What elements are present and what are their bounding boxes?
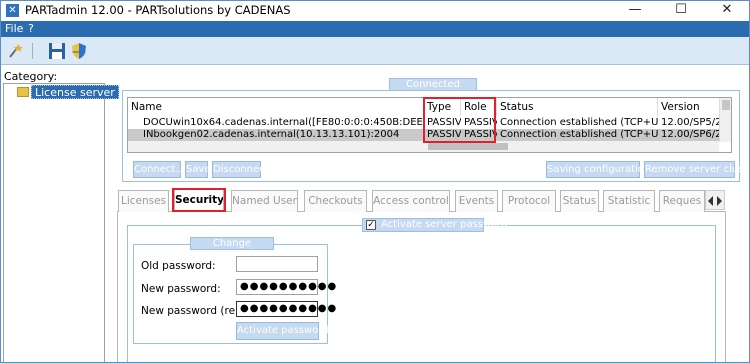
highlight-type-role: [423, 97, 496, 143]
tab-licenses[interactable]: Licenses: [118, 190, 169, 212]
activate-password-label[interactable]: Activate server password: [381, 219, 507, 231]
tab-access-control[interactable]: Access control: [372, 190, 450, 212]
folder-icon: [17, 87, 29, 97]
activate-password-button[interactable]: Activate password: [236, 322, 329, 340]
toolbar: [0, 37, 750, 65]
remove-server-cluster-button[interactable]: Remove server cluster: [644, 161, 750, 178]
tab-named-user[interactable]: Named User: [231, 190, 298, 212]
cell-version: 12.00/SP6/22240: [661, 129, 720, 140]
column-header-name[interactable]: Name: [128, 98, 424, 116]
toolbar-separator: [32, 43, 33, 59]
category-label: Category:: [4, 70, 58, 83]
cell-name: INbookgen02.cadenas.internal(10.13.13.10…: [143, 129, 400, 140]
minimize-icon[interactable]: —: [612, 0, 658, 21]
highlight-security-tab: [172, 188, 226, 212]
change-password-title: Change password:: [190, 237, 274, 260]
menu-bar: [0, 21, 750, 37]
tab-checkouts[interactable]: Checkouts: [304, 190, 367, 212]
cell-status: Connection established (TCP+UDP) (V3): [500, 117, 658, 128]
tab-protocol[interactable]: Protocol: [502, 190, 556, 212]
menu-help[interactable]: ?: [28, 22, 34, 35]
tab-status[interactable]: Status: [560, 190, 599, 212]
scroll-thumb[interactable]: [428, 143, 508, 150]
wizard-icon[interactable]: [6, 41, 26, 61]
save-button[interactable]: Save: [185, 161, 211, 178]
old-password-label: Old password:: [141, 260, 216, 272]
tab-requests[interactable]: Reques: [659, 190, 705, 212]
column-header-status[interactable]: Status: [497, 98, 658, 116]
scroll-thumb[interactable]: [722, 100, 730, 110]
repeat-password-field[interactable]: ●●●●●●●●●●: [236, 301, 336, 317]
connect-button[interactable]: Connect...: [133, 161, 185, 178]
activate-password-checkbox[interactable]: ✓: [366, 220, 376, 230]
tab-statistic[interactable]: Statistic: [603, 190, 655, 212]
save-icon[interactable]: [47, 41, 67, 61]
app-x-icon: ✕: [6, 4, 19, 17]
chevron-left-icon[interactable]: [708, 196, 713, 206]
new-password-label: New password:: [141, 283, 221, 295]
menu-file[interactable]: File: [5, 22, 23, 35]
shield-icon[interactable]: [69, 41, 89, 61]
disconnect-button[interactable]: Disconnect: [212, 161, 269, 178]
cell-name: DOCUwin10x64.cadenas.internal([FE80:0:0:…: [143, 117, 424, 128]
maximize-icon[interactable]: ☐: [658, 0, 704, 21]
category-tree[interactable]: [3, 83, 105, 363]
tab-events[interactable]: Events: [455, 190, 498, 212]
tree-item-license-server[interactable]: License server: [31, 85, 119, 99]
cell-version: 12.00/SP5/22087: [661, 117, 720, 128]
saving-configuration-button[interactable]: Saving configuration...: [546, 161, 660, 178]
new-password-field[interactable]: ●●●●●●●●●●: [236, 279, 336, 295]
chevron-right-icon[interactable]: [717, 196, 722, 206]
table-vertical-scrollbar[interactable]: [719, 98, 731, 142]
tab-scroll-buttons[interactable]: [705, 190, 725, 210]
window-title: PARTadmin 12.00 - PARTsolutions by CADEN…: [25, 3, 291, 17]
connected-servers-title: Connected servers:: [389, 78, 477, 101]
old-password-field[interactable]: [236, 256, 318, 272]
cell-status: Connection established (TCP+UDP) (V3): [500, 129, 658, 140]
close-icon[interactable]: ✕: [704, 0, 750, 21]
